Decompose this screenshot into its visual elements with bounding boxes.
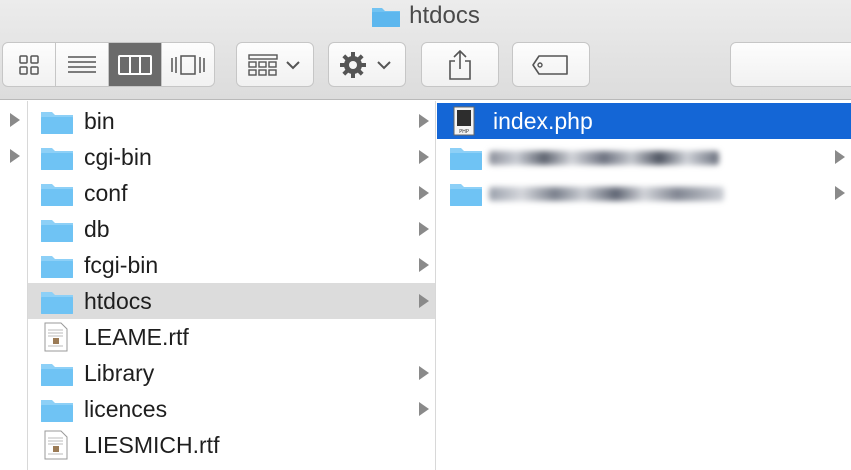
search-field[interactable] bbox=[730, 42, 851, 87]
folder-icon bbox=[41, 112, 73, 134]
list-icon bbox=[68, 55, 96, 73]
window-title: htdocs bbox=[0, 0, 851, 32]
item-label: bin bbox=[84, 107, 115, 134]
list-item[interactable]: cgi-bin bbox=[28, 139, 435, 175]
list-item[interactable]: conf bbox=[28, 175, 435, 211]
disclosure-arrow-icon bbox=[419, 258, 429, 272]
column-view-button[interactable] bbox=[109, 43, 162, 86]
item-label: licences bbox=[84, 395, 168, 422]
list-item[interactable]: db bbox=[28, 211, 435, 247]
folder-icon bbox=[450, 148, 482, 170]
list-item[interactable]: LIESMICH.rtf bbox=[28, 427, 435, 463]
cover-flow-view-button[interactable] bbox=[162, 43, 214, 86]
folder-icon bbox=[41, 148, 73, 170]
item-label: fcgi-bin bbox=[84, 251, 159, 278]
item-label: LIESMICH.rtf bbox=[84, 431, 220, 458]
rtf-file-icon bbox=[44, 430, 68, 460]
list-item[interactable]: Library bbox=[28, 355, 435, 391]
blurred-label bbox=[489, 151, 719, 165]
icon-view-button[interactable] bbox=[3, 43, 56, 86]
share-button[interactable] bbox=[421, 42, 499, 87]
window-title-text: htdocs bbox=[409, 2, 480, 29]
list-item[interactable] bbox=[437, 139, 851, 175]
grid-icon bbox=[19, 54, 39, 75]
item-label: Library bbox=[84, 359, 155, 386]
disclosure-arrow-icon bbox=[10, 149, 20, 163]
parent-column bbox=[0, 101, 28, 470]
tag-icon bbox=[532, 54, 568, 75]
arrange-icon bbox=[248, 53, 300, 76]
folder-icon bbox=[41, 220, 73, 242]
disclosure-arrow-icon bbox=[419, 186, 429, 200]
folder-icon bbox=[41, 364, 73, 386]
item-label: cgi-bin bbox=[84, 143, 152, 170]
window-toolbar: htdocs bbox=[0, 0, 851, 100]
list-item[interactable] bbox=[437, 175, 851, 211]
share-icon bbox=[449, 49, 471, 80]
list-item[interactable]: bin bbox=[28, 103, 435, 139]
item-label: LEAME.rtf bbox=[84, 323, 189, 350]
list-item-selected[interactable]: PHP index.php bbox=[437, 103, 851, 139]
item-label: conf bbox=[84, 179, 128, 206]
gear-icon bbox=[340, 51, 391, 78]
folder-icon bbox=[450, 184, 482, 206]
folder-icon bbox=[41, 292, 73, 314]
folder-icon bbox=[41, 184, 73, 206]
php-file-icon: PHP bbox=[453, 106, 475, 136]
item-label: db bbox=[84, 215, 110, 242]
action-button[interactable] bbox=[328, 42, 406, 87]
folder-icon bbox=[41, 400, 73, 422]
list-item[interactable]: fcgi-bin bbox=[28, 247, 435, 283]
disclosure-arrow-icon bbox=[835, 186, 845, 200]
item-label: htdocs bbox=[84, 287, 152, 314]
disclosure-arrow-icon bbox=[419, 366, 429, 380]
list-item[interactable]: LEAME.rtf bbox=[28, 319, 435, 355]
directory-column: bin cgi-bin conf db fcgi-bin htdocs LEAM… bbox=[28, 101, 436, 470]
rtf-file-icon bbox=[44, 322, 68, 352]
disclosure-arrow-icon bbox=[419, 294, 429, 308]
disclosure-arrow-icon bbox=[10, 113, 20, 127]
cover-flow-icon bbox=[171, 54, 205, 75]
blurred-label bbox=[489, 187, 724, 201]
tags-button[interactable] bbox=[512, 42, 590, 87]
view-mode-control[interactable] bbox=[2, 42, 215, 87]
disclosure-arrow-icon bbox=[419, 222, 429, 236]
arrange-button[interactable] bbox=[236, 42, 314, 87]
list-item[interactable]: licences bbox=[28, 391, 435, 427]
folder-icon bbox=[41, 256, 73, 278]
list-view-button[interactable] bbox=[56, 43, 109, 86]
list-item-selected[interactable]: htdocs bbox=[28, 283, 435, 319]
item-label: index.php bbox=[493, 107, 593, 134]
columns-icon bbox=[118, 54, 152, 75]
htdocs-column: PHP index.php bbox=[437, 101, 851, 470]
disclosure-arrow-icon bbox=[419, 402, 429, 416]
disclosure-arrow-icon bbox=[419, 150, 429, 164]
svg-text:PHP: PHP bbox=[459, 129, 469, 135]
disclosure-arrow-icon bbox=[419, 114, 429, 128]
folder-icon bbox=[372, 8, 401, 27]
disclosure-arrow-icon bbox=[835, 150, 845, 164]
